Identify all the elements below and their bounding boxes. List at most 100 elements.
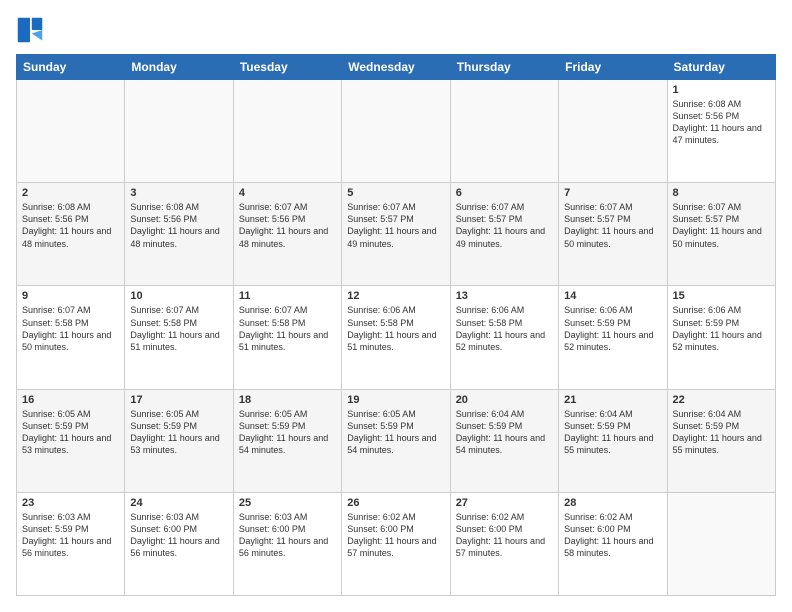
calendar-cell	[342, 80, 450, 183]
calendar-cell	[667, 492, 775, 595]
day-info: Sunrise: 6:02 AM Sunset: 6:00 PM Dayligh…	[564, 511, 661, 560]
calendar-cell: 19 Sunrise: 6:05 AM Sunset: 5:59 PM Dayli…	[342, 389, 450, 492]
calendar-cell: 6 Sunrise: 6:07 AM Sunset: 5:57 PM Daylig…	[450, 183, 558, 286]
calendar-week-row: 1 Sunrise: 6:08 AM Sunset: 5:56 PM Daylig…	[17, 80, 776, 183]
calendar-cell: 15 Sunrise: 6:06 AM Sunset: 5:59 PM Dayli…	[667, 286, 775, 389]
calendar-cell: 28 Sunrise: 6:02 AM Sunset: 6:00 PM Dayli…	[559, 492, 667, 595]
day-number: 5	[347, 187, 444, 199]
day-number: 22	[673, 394, 770, 406]
day-number: 16	[22, 394, 119, 406]
day-info: Sunrise: 6:07 AM Sunset: 5:56 PM Dayligh…	[239, 201, 336, 250]
calendar-cell: 22 Sunrise: 6:04 AM Sunset: 5:59 PM Dayli…	[667, 389, 775, 492]
calendar-cell: 12 Sunrise: 6:06 AM Sunset: 5:58 PM Dayli…	[342, 286, 450, 389]
weekday-header-thursday: Thursday	[450, 55, 558, 80]
weekday-header-tuesday: Tuesday	[233, 55, 341, 80]
day-info: Sunrise: 6:04 AM Sunset: 5:59 PM Dayligh…	[564, 408, 661, 457]
calendar-cell: 24 Sunrise: 6:03 AM Sunset: 6:00 PM Dayli…	[125, 492, 233, 595]
day-number: 6	[456, 187, 553, 199]
day-info: Sunrise: 6:07 AM Sunset: 5:57 PM Dayligh…	[347, 201, 444, 250]
day-number: 26	[347, 497, 444, 509]
day-info: Sunrise: 6:05 AM Sunset: 5:59 PM Dayligh…	[130, 408, 227, 457]
day-number: 10	[130, 290, 227, 302]
day-number: 3	[130, 187, 227, 199]
weekday-header-monday: Monday	[125, 55, 233, 80]
weekday-header-sunday: Sunday	[17, 55, 125, 80]
day-number: 21	[564, 394, 661, 406]
day-info: Sunrise: 6:07 AM Sunset: 5:58 PM Dayligh…	[22, 304, 119, 353]
calendar-cell: 3 Sunrise: 6:08 AM Sunset: 5:56 PM Daylig…	[125, 183, 233, 286]
day-info: Sunrise: 6:07 AM Sunset: 5:58 PM Dayligh…	[130, 304, 227, 353]
day-number: 15	[673, 290, 770, 302]
calendar-cell: 18Sunrise: 6:05 AM Sunset: 5:59 PM Dayli…	[233, 389, 341, 492]
day-number: 14	[564, 290, 661, 302]
calendar-cell: 14 Sunrise: 6:06 AM Sunset: 5:59 PM Dayli…	[559, 286, 667, 389]
calendar-week-row: 2 Sunrise: 6:08 AM Sunset: 5:56 PM Daylig…	[17, 183, 776, 286]
day-number: 12	[347, 290, 444, 302]
calendar-cell	[17, 80, 125, 183]
calendar-cell: 5 Sunrise: 6:07 AM Sunset: 5:57 PM Daylig…	[342, 183, 450, 286]
calendar-cell	[559, 80, 667, 183]
day-number: 7	[564, 187, 661, 199]
day-number: 9	[22, 290, 119, 302]
page: SundayMondayTuesdayWednesdayThursdayFrid…	[0, 0, 792, 612]
day-info: Sunrise: 6:05 AM Sunset: 5:59 PM Dayligh…	[239, 408, 336, 457]
calendar-week-row: 23Sunrise: 6:03 AM Sunset: 5:59 PM Dayli…	[17, 492, 776, 595]
day-number: 20	[456, 394, 553, 406]
day-info: Sunrise: 6:03 AM Sunset: 6:00 PM Dayligh…	[239, 511, 336, 560]
logo-icon	[16, 16, 44, 44]
calendar-cell: 23Sunrise: 6:03 AM Sunset: 5:59 PM Dayli…	[17, 492, 125, 595]
day-number: 19	[347, 394, 444, 406]
day-number: 28	[564, 497, 661, 509]
calendar-cell: 4Sunrise: 6:07 AM Sunset: 5:56 PM Daylig…	[233, 183, 341, 286]
calendar-cell	[125, 80, 233, 183]
calendar-cell: 7 Sunrise: 6:07 AM Sunset: 5:57 PM Daylig…	[559, 183, 667, 286]
day-info: Sunrise: 6:05 AM Sunset: 5:59 PM Dayligh…	[22, 408, 119, 457]
calendar-cell: 26 Sunrise: 6:02 AM Sunset: 6:00 PM Dayli…	[342, 492, 450, 595]
day-info: Sunrise: 6:08 AM Sunset: 5:56 PM Dayligh…	[673, 98, 770, 147]
calendar-cell: 13 Sunrise: 6:06 AM Sunset: 5:58 PM Dayli…	[450, 286, 558, 389]
calendar-cell: 8Sunrise: 6:07 AM Sunset: 5:57 PM Daylig…	[667, 183, 775, 286]
calendar-cell: 1 Sunrise: 6:08 AM Sunset: 5:56 PM Daylig…	[667, 80, 775, 183]
day-number: 25	[239, 497, 336, 509]
day-info: Sunrise: 6:06 AM Sunset: 5:59 PM Dayligh…	[564, 304, 661, 353]
day-info: Sunrise: 6:08 AM Sunset: 5:56 PM Dayligh…	[130, 201, 227, 250]
day-number: 24	[130, 497, 227, 509]
day-number: 8	[673, 187, 770, 199]
weekday-header-saturday: Saturday	[667, 55, 775, 80]
calendar-cell: 16 Sunrise: 6:05 AM Sunset: 5:59 PM Dayli…	[17, 389, 125, 492]
day-number: 1	[673, 84, 770, 96]
day-info: Sunrise: 6:07 AM Sunset: 5:58 PM Dayligh…	[239, 304, 336, 353]
day-number: 11	[239, 290, 336, 302]
day-info: Sunrise: 6:04 AM Sunset: 5:59 PM Dayligh…	[673, 408, 770, 457]
day-info: Sunrise: 6:03 AM Sunset: 6:00 PM Dayligh…	[130, 511, 227, 560]
day-info: Sunrise: 6:07 AM Sunset: 5:57 PM Dayligh…	[564, 201, 661, 250]
calendar-cell: 20 Sunrise: 6:04 AM Sunset: 5:59 PM Dayli…	[450, 389, 558, 492]
calendar-cell: 17Sunrise: 6:05 AM Sunset: 5:59 PM Dayli…	[125, 389, 233, 492]
calendar-cell: 11 Sunrise: 6:07 AM Sunset: 5:58 PM Dayli…	[233, 286, 341, 389]
day-number: 13	[456, 290, 553, 302]
calendar-cell: 25 Sunrise: 6:03 AM Sunset: 6:00 PM Dayli…	[233, 492, 341, 595]
calendar-cell	[450, 80, 558, 183]
day-info: Sunrise: 6:02 AM Sunset: 6:00 PM Dayligh…	[456, 511, 553, 560]
calendar-cell: 2Sunrise: 6:08 AM Sunset: 5:56 PM Daylig…	[17, 183, 125, 286]
day-info: Sunrise: 6:02 AM Sunset: 6:00 PM Dayligh…	[347, 511, 444, 560]
logo	[16, 16, 48, 44]
calendar-week-row: 9 Sunrise: 6:07 AM Sunset: 5:58 PM Daylig…	[17, 286, 776, 389]
day-info: Sunrise: 6:06 AM Sunset: 5:59 PM Dayligh…	[673, 304, 770, 353]
day-info: Sunrise: 6:07 AM Sunset: 5:57 PM Dayligh…	[456, 201, 553, 250]
day-info: Sunrise: 6:03 AM Sunset: 5:59 PM Dayligh…	[22, 511, 119, 560]
day-info: Sunrise: 6:06 AM Sunset: 5:58 PM Dayligh…	[456, 304, 553, 353]
weekday-header-row: SundayMondayTuesdayWednesdayThursdayFrid…	[17, 55, 776, 80]
calendar-cell: 9 Sunrise: 6:07 AM Sunset: 5:58 PM Daylig…	[17, 286, 125, 389]
calendar-table: SundayMondayTuesdayWednesdayThursdayFrid…	[16, 54, 776, 596]
calendar-cell: 21 Sunrise: 6:04 AM Sunset: 5:59 PM Dayli…	[559, 389, 667, 492]
calendar-cell	[233, 80, 341, 183]
day-info: Sunrise: 6:05 AM Sunset: 5:59 PM Dayligh…	[347, 408, 444, 457]
header	[16, 16, 776, 44]
day-info: Sunrise: 6:04 AM Sunset: 5:59 PM Dayligh…	[456, 408, 553, 457]
calendar-cell: 27Sunrise: 6:02 AM Sunset: 6:00 PM Dayli…	[450, 492, 558, 595]
weekday-header-friday: Friday	[559, 55, 667, 80]
calendar-week-row: 16 Sunrise: 6:05 AM Sunset: 5:59 PM Dayli…	[17, 389, 776, 492]
day-number: 2	[22, 187, 119, 199]
day-info: Sunrise: 6:06 AM Sunset: 5:58 PM Dayligh…	[347, 304, 444, 353]
